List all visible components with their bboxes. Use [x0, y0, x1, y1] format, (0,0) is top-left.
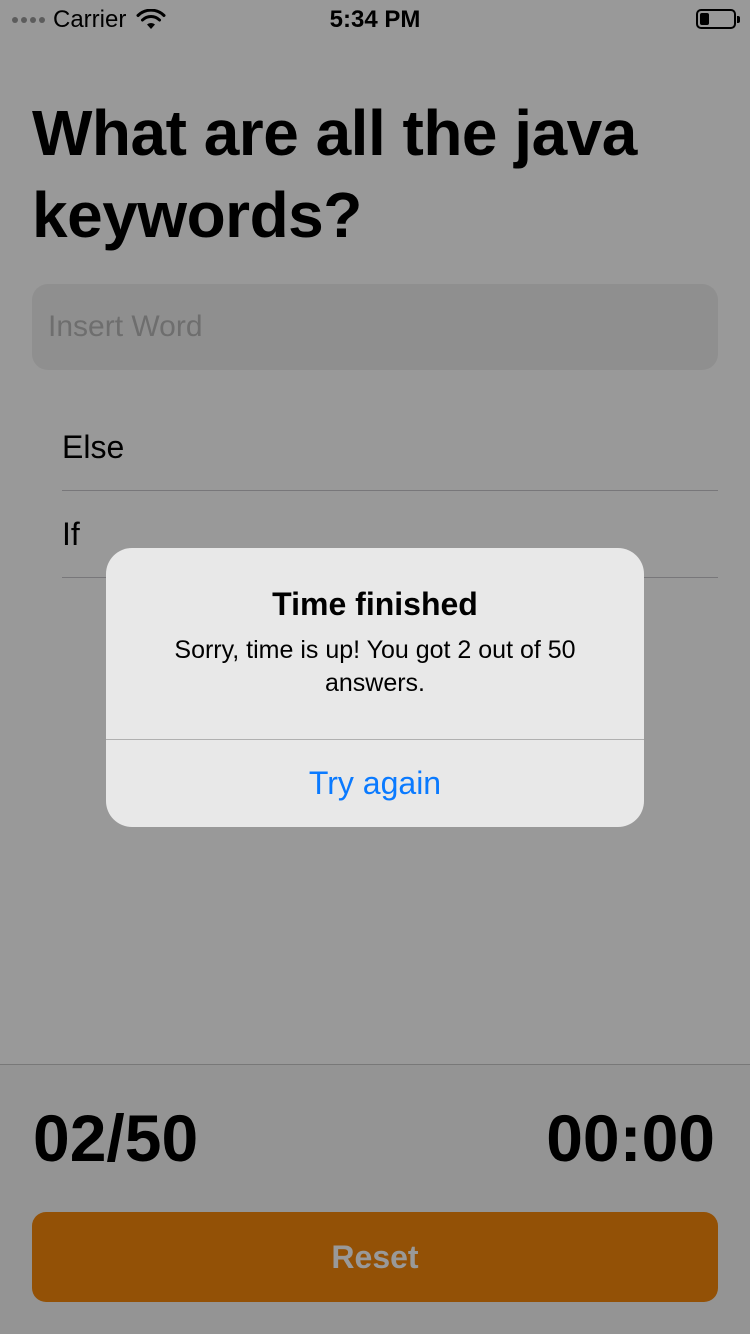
try-again-button[interactable]: Try again	[106, 740, 644, 827]
alert-message: Sorry, time is up! You got 2 out of 50 a…	[174, 636, 576, 697]
alert-dialog: Time finished Sorry, time is up! You got…	[106, 548, 644, 827]
alert-title: Time finished	[272, 586, 478, 622]
